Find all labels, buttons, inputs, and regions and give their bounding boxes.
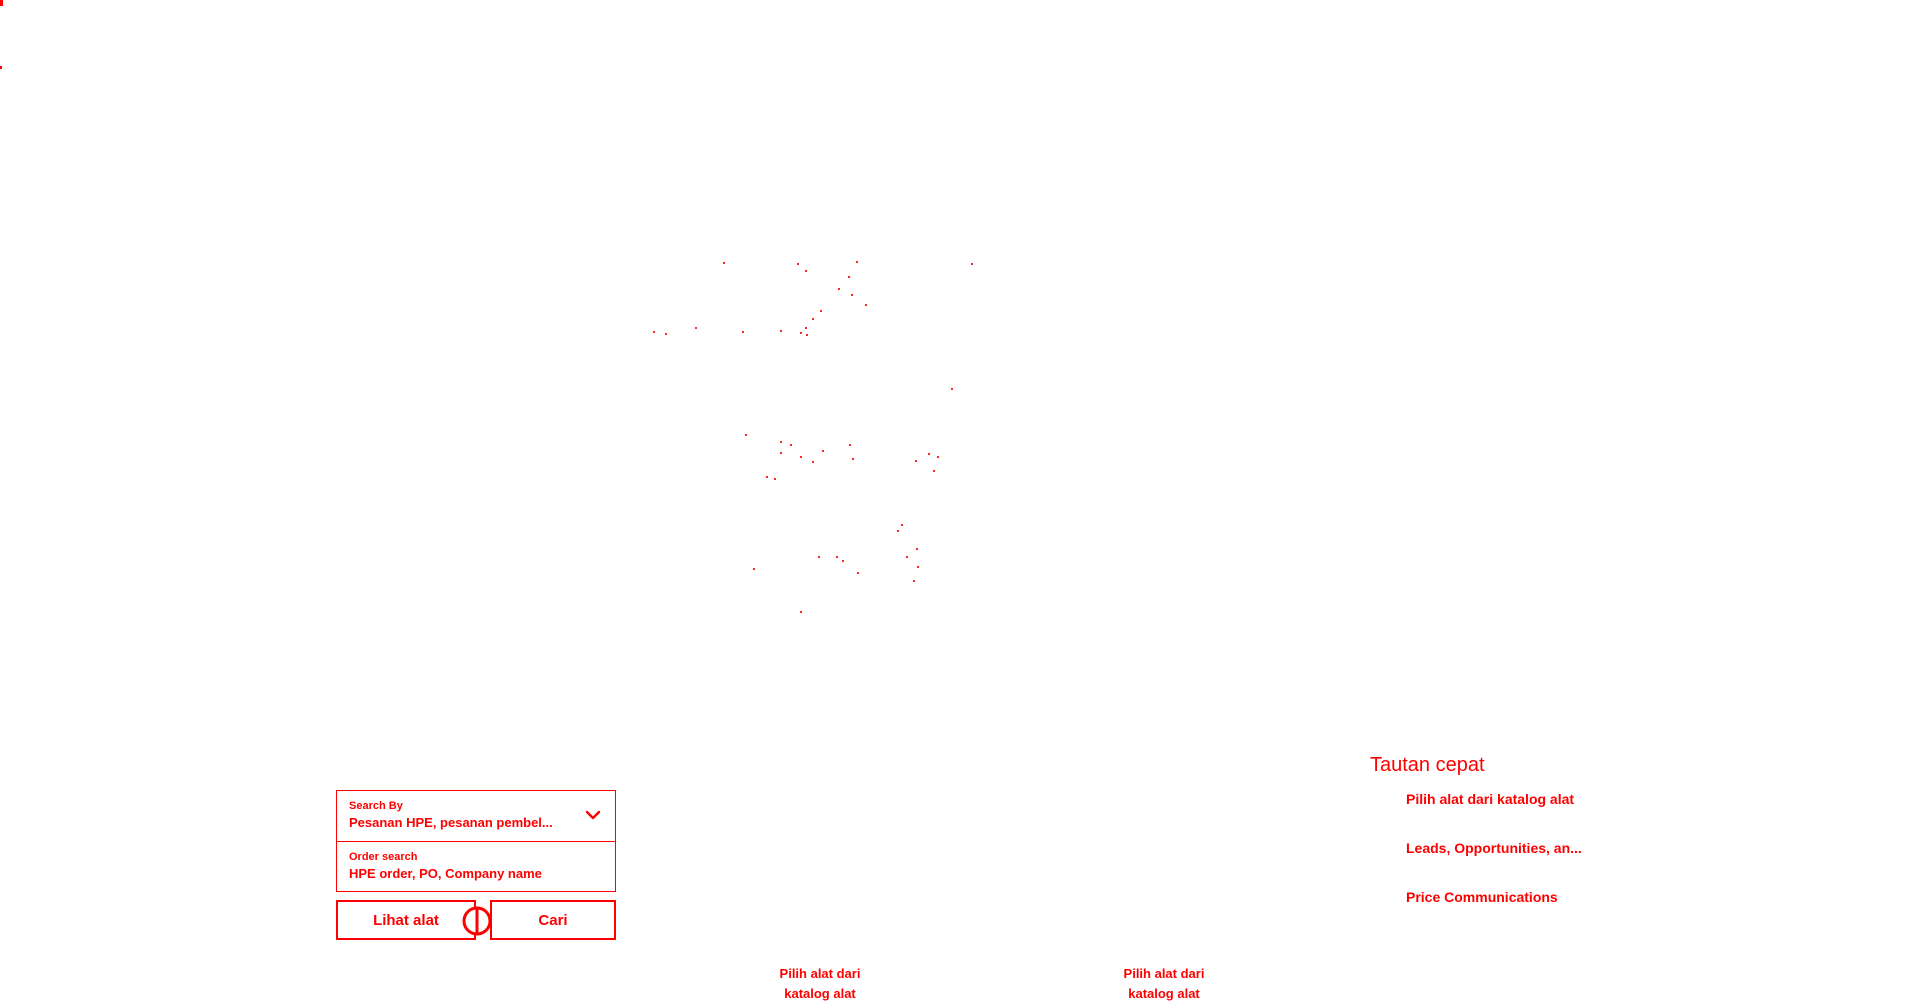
speckle — [797, 263, 799, 265]
speckle — [838, 288, 840, 290]
speckle — [916, 548, 918, 550]
speckle — [848, 276, 850, 278]
loading-cursor-icon — [462, 906, 492, 936]
speckle — [812, 461, 814, 463]
quick-link-tool-catalog[interactable]: Pilih alat dari katalog alat — [1406, 790, 1670, 839]
speckle — [800, 456, 802, 458]
speckle — [937, 456, 939, 458]
speckle — [800, 611, 802, 613]
speckle — [913, 580, 915, 582]
speckle — [665, 333, 667, 335]
speckle — [897, 530, 899, 532]
speckle — [933, 470, 935, 472]
speckle — [780, 330, 782, 332]
catalog-tile-line1: Pilih alat dari — [1123, 966, 1205, 981]
catalog-tile-line2: katalog alat — [784, 986, 856, 1001]
quick-link-price-communications[interactable]: Price Communications — [1406, 888, 1670, 937]
order-search-field[interactable]: Order search HPE order, PO, Company name — [337, 841, 615, 891]
order-search-input[interactable]: HPE order, PO, Company name — [349, 864, 569, 884]
speckle — [812, 318, 814, 320]
speckle — [805, 270, 807, 272]
quick-link-leads[interactable]: Leads, Opportunities, an... — [1406, 839, 1670, 888]
speckle — [917, 566, 919, 568]
speckle — [780, 452, 782, 454]
speckle — [742, 331, 744, 333]
speckle — [901, 524, 903, 526]
speckle — [951, 388, 953, 390]
corner-artifact — [0, 66, 2, 69]
speckle — [774, 478, 776, 480]
speckle — [971, 263, 973, 265]
speckle — [820, 310, 822, 312]
catalog-tile-line2: katalog alat — [1128, 986, 1200, 1001]
speckle — [915, 460, 917, 462]
speckle — [800, 332, 802, 334]
corner-artifact — [0, 0, 3, 6]
speckle — [852, 458, 854, 460]
speckle — [856, 261, 858, 263]
speckle — [822, 450, 824, 452]
speckle — [857, 572, 859, 574]
speckle — [745, 434, 747, 436]
search-by-dropdown[interactable]: Search By Pesanan HPE, pesanan pembel... — [337, 791, 615, 841]
speckle — [780, 441, 782, 443]
speckle — [842, 560, 844, 562]
speckle — [865, 304, 867, 306]
order-search-label: Order search — [349, 851, 418, 863]
speckle — [653, 331, 655, 333]
search-by-value: Pesanan HPE, pesanan pembel... — [349, 815, 553, 830]
quick-links: Tautan cepat Pilih alat dari katalog ala… — [1370, 752, 1670, 937]
speckle — [928, 453, 930, 455]
speckle — [790, 444, 792, 446]
speckle — [851, 294, 853, 296]
order-search-panel: Search By Pesanan HPE, pesanan pembel...… — [336, 790, 616, 940]
speckle — [723, 262, 725, 264]
catalog-tile-1[interactable]: Pilih alat dari katalog alat — [740, 964, 900, 1004]
speckle — [849, 444, 851, 446]
speckle — [906, 556, 908, 558]
speckle — [818, 556, 820, 558]
catalog-tile-line1: Pilih alat dari — [779, 966, 861, 981]
speckle — [695, 327, 697, 329]
quick-links-title: Tautan cepat — [1370, 754, 1485, 776]
search-button[interactable]: Cari — [490, 900, 616, 940]
speckle — [806, 334, 808, 336]
speckle — [836, 556, 838, 558]
view-tools-button[interactable]: Lihat alat — [336, 900, 476, 940]
search-by-label: Search By — [349, 800, 403, 812]
search-box: Search By Pesanan HPE, pesanan pembel...… — [336, 790, 616, 892]
speckle — [805, 327, 807, 329]
search-actions: Lihat alat Cari — [336, 900, 616, 940]
speckle — [753, 568, 755, 570]
page: Search By Pesanan HPE, pesanan pembel...… — [0, 0, 1920, 1008]
speckle — [766, 476, 768, 478]
chevron-down-icon[interactable] — [585, 809, 601, 821]
catalog-tile-2[interactable]: Pilih alat dari katalog alat — [1084, 964, 1244, 1004]
